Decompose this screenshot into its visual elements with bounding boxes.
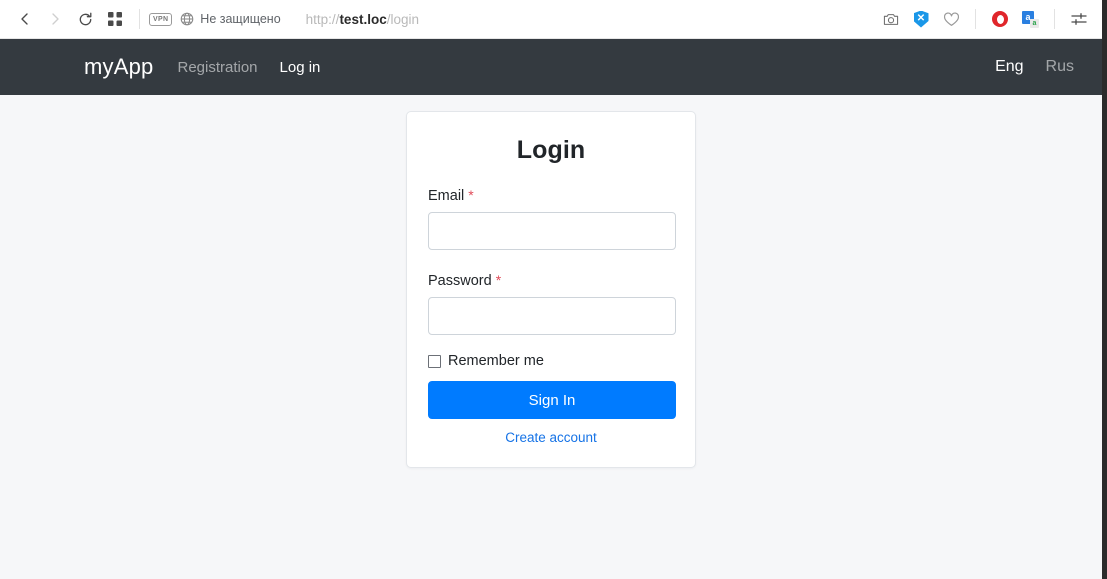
- language-switcher: Eng Rus: [995, 58, 1074, 76]
- snapshot-icon[interactable]: [876, 4, 906, 34]
- window-right-edge: [1102, 0, 1107, 579]
- extension-icons: ✕ a а: [876, 4, 1094, 34]
- nav-link-login[interactable]: Log in: [280, 59, 321, 76]
- lang-rus[interactable]: Rus: [1046, 58, 1074, 76]
- shield-x-glyph: ✕: [916, 12, 926, 24]
- ad-blocker-icon[interactable]: [985, 4, 1015, 34]
- password-field[interactable]: [428, 297, 676, 335]
- url-scheme: http://: [305, 11, 340, 27]
- back-button[interactable]: [10, 4, 40, 34]
- page-content: Login Email * Password * Remember me Sig…: [0, 95, 1102, 468]
- shield-block-icon[interactable]: ✕: [906, 4, 936, 34]
- remember-me-row[interactable]: Remember me: [428, 353, 674, 369]
- speed-dial-button[interactable]: [100, 4, 130, 34]
- easy-setup-icon[interactable]: [1064, 4, 1094, 34]
- security-status-label[interactable]: Не защищено: [200, 12, 280, 26]
- sign-in-button[interactable]: Sign In: [428, 381, 676, 419]
- lang-eng[interactable]: Eng: [995, 58, 1023, 76]
- login-card: Login Email * Password * Remember me Sig…: [406, 111, 696, 468]
- password-label: Password *: [428, 272, 674, 289]
- vpn-badge[interactable]: VPN: [149, 12, 173, 26]
- browser-toolbar: VPN Не защищено http://test.loc/login ✕: [0, 0, 1102, 39]
- brand-logo[interactable]: myApp: [84, 54, 153, 80]
- translate-icon[interactable]: a а: [1015, 4, 1045, 34]
- email-field[interactable]: [428, 212, 676, 250]
- url-host: test.loc: [339, 11, 387, 27]
- translate-cyrillic-glyph: а: [1030, 19, 1039, 28]
- remember-me-checkbox[interactable]: [428, 354, 441, 368]
- toolbar-divider-3: [1054, 9, 1055, 29]
- toolbar-divider: [139, 9, 140, 29]
- password-label-text: Password: [428, 273, 492, 289]
- address-bar[interactable]: http://test.loc/login: [306, 12, 876, 27]
- create-account-row: Create account: [428, 429, 674, 447]
- site-navbar: myApp Registration Log in Eng Rus: [0, 39, 1102, 95]
- page-title: Login: [516, 136, 586, 164]
- email-label-text: Email: [428, 188, 465, 204]
- email-required-mark: *: [468, 187, 474, 203]
- toolbar-divider-2: [975, 9, 976, 29]
- globe-icon: [180, 12, 194, 26]
- email-label: Email *: [428, 187, 674, 204]
- reload-button[interactable]: [70, 4, 100, 34]
- remember-me-label: Remember me: [448, 353, 544, 369]
- page-viewport: myApp Registration Log in Eng Rus Login …: [0, 39, 1102, 579]
- heart-icon[interactable]: [936, 4, 966, 34]
- nav-links: Registration Log in: [177, 59, 320, 76]
- forward-button[interactable]: [40, 4, 70, 34]
- nav-link-registration[interactable]: Registration: [177, 59, 257, 76]
- password-required-mark: *: [495, 272, 502, 288]
- browser-window: VPN Не защищено http://test.loc/login ✕: [0, 0, 1107, 579]
- url-path: /login: [386, 11, 419, 27]
- create-account-link[interactable]: Create account: [505, 430, 597, 445]
